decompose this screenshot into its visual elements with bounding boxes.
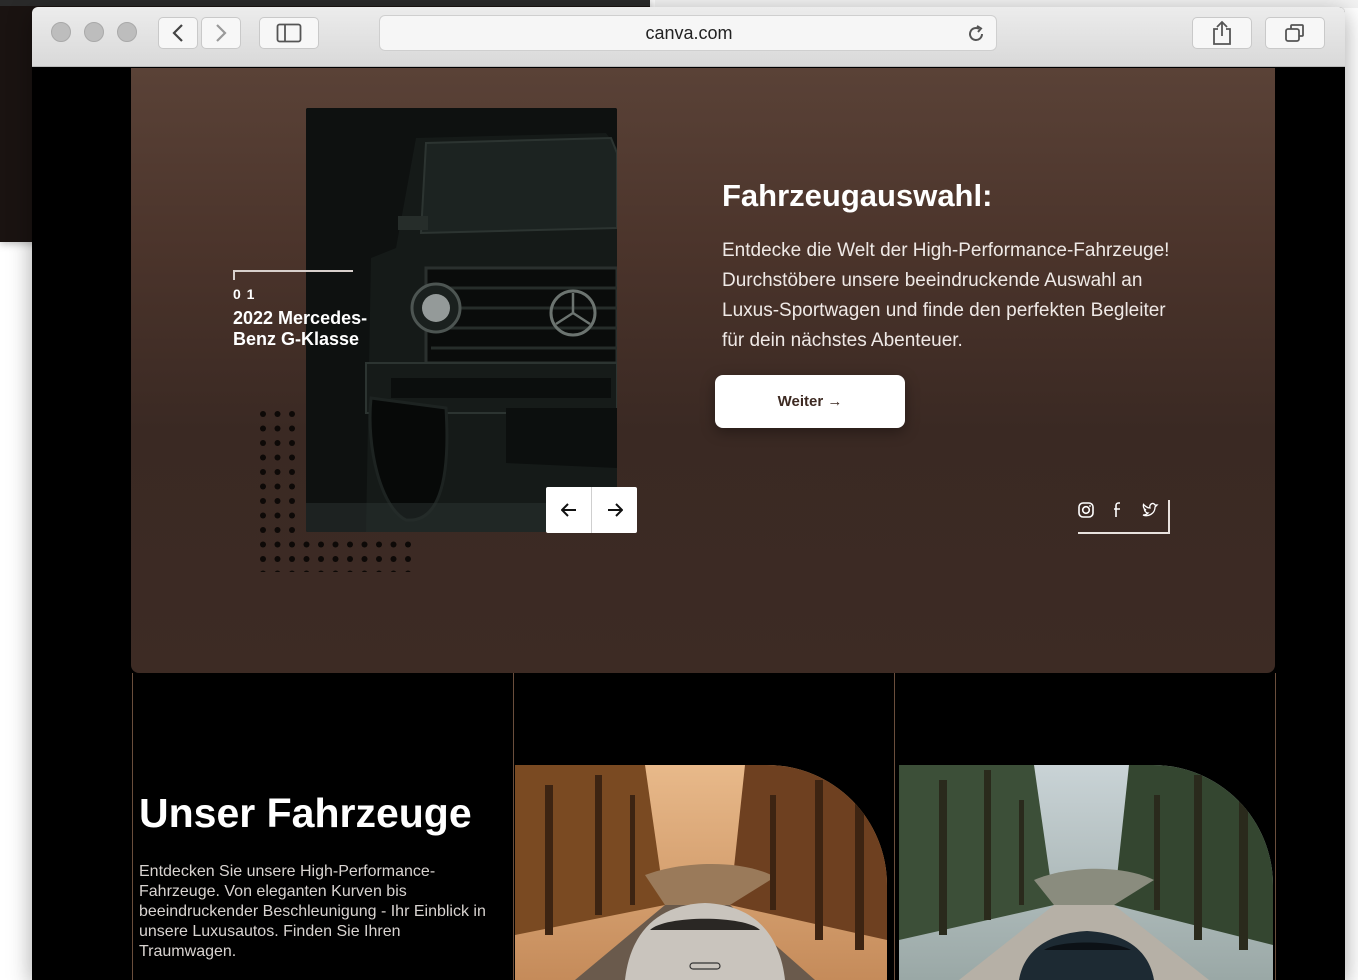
sportscar-road-image bbox=[899, 765, 1273, 980]
carousel-arrows bbox=[546, 487, 637, 533]
hero-section: 0 1 2022 Mercedes-Benz G-Klasse Fahrzeug… bbox=[131, 68, 1275, 673]
chevron-left-icon bbox=[172, 24, 183, 42]
tabs-icon bbox=[1285, 24, 1304, 42]
page-viewport: 0 1 2022 Mercedes-Benz G-Klasse Fahrzeug… bbox=[38, 68, 1341, 980]
reload-icon[interactable] bbox=[964, 22, 988, 46]
column-divider bbox=[894, 673, 895, 980]
sidebar-icon bbox=[276, 23, 302, 43]
car-name: 2022 Mercedes-Benz G-Klasse bbox=[233, 308, 368, 349]
chevron-right-icon bbox=[216, 24, 227, 42]
browser-toolbar: canva.com bbox=[32, 7, 1345, 67]
hero-description: Entdecke die Welt der High-Performance-F… bbox=[722, 240, 1170, 351]
arrow-right-icon bbox=[607, 503, 623, 517]
zoom-window-button[interactable] bbox=[117, 22, 137, 42]
vehicles-title: Unser Fahrzeuge bbox=[139, 790, 472, 836]
carousel-caption: 0 1 2022 Mercedes-Benz G-Klasse bbox=[233, 270, 383, 350]
share-icon bbox=[1213, 20, 1231, 45]
slide-number: 0 1 bbox=[233, 286, 256, 302]
vehicles-description: Entdecken Sie unsere High-Performance-Fa… bbox=[139, 863, 486, 960]
tabs-overview-button[interactable] bbox=[1265, 17, 1325, 49]
instagram-icon[interactable] bbox=[1076, 500, 1096, 520]
twitter-icon[interactable] bbox=[1140, 500, 1160, 520]
sidebar-toggle-button[interactable] bbox=[259, 17, 319, 49]
column-divider bbox=[513, 673, 514, 980]
forward-button[interactable] bbox=[201, 17, 241, 49]
minimize-window-button[interactable] bbox=[84, 22, 104, 42]
car-tile-sportscar[interactable] bbox=[899, 765, 1273, 980]
back-button[interactable] bbox=[158, 17, 198, 49]
social-links bbox=[1078, 500, 1170, 534]
address-bar[interactable]: canva.com bbox=[379, 15, 997, 51]
column-divider bbox=[132, 673, 133, 980]
arrow-left-icon bbox=[560, 503, 576, 517]
audi-road-image bbox=[515, 765, 887, 980]
weiter-button[interactable]: Weiter → bbox=[715, 375, 905, 428]
caption-line-decoration bbox=[233, 270, 353, 280]
column-divider bbox=[1275, 673, 1276, 980]
next-slide-button[interactable] bbox=[592, 487, 637, 533]
car-tile-audi[interactable] bbox=[515, 765, 887, 980]
url-text: canva.com bbox=[645, 23, 733, 43]
browser-window: canva.com 0 1 2022 Mercedes-Benz G-Klass… bbox=[32, 7, 1345, 980]
close-window-button[interactable] bbox=[51, 22, 71, 42]
hero-title: Fahrzeugauswahl: bbox=[722, 178, 993, 213]
facebook-icon[interactable] bbox=[1108, 500, 1128, 520]
previous-slide-button[interactable] bbox=[546, 487, 591, 533]
share-button[interactable] bbox=[1192, 17, 1252, 49]
